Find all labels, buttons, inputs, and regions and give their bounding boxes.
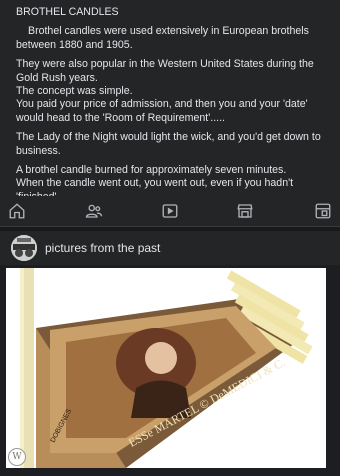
page-header: pictures from the past <box>0 231 340 265</box>
post-paragraph: They were also popular in the Western Un… <box>16 58 314 84</box>
watermark-logo: W <box>8 448 26 466</box>
friends-icon[interactable] <box>85 202 103 220</box>
post-text-body: BROTHEL CANDLES Brothel candles were use… <box>0 0 340 215</box>
post-paragraph: You paid your price of admission, and th… <box>16 98 308 124</box>
page-name[interactable]: pictures from the past <box>45 241 160 255</box>
marketplace-icon[interactable] <box>236 202 254 220</box>
feeds-icon[interactable] <box>314 202 332 220</box>
post-title: BROTHEL CANDLES <box>16 6 119 18</box>
home-icon[interactable] <box>8 202 26 220</box>
post-paragraph: The Lady of the Night would light the wi… <box>16 131 321 157</box>
avatar[interactable] <box>11 235 37 261</box>
bottom-nav-bar <box>0 196 340 227</box>
post-paragraph: A brothel candle burned for approximatel… <box>16 164 287 177</box>
video-icon[interactable] <box>161 202 179 220</box>
post-photo[interactable]: ESSe MARTEL © DeMEDICI & C. DOBIGNES W <box>6 268 326 468</box>
post-paragraph: Brothel candles were used extensively in… <box>16 25 309 51</box>
post-paragraph: The concept was simple. <box>16 85 133 98</box>
